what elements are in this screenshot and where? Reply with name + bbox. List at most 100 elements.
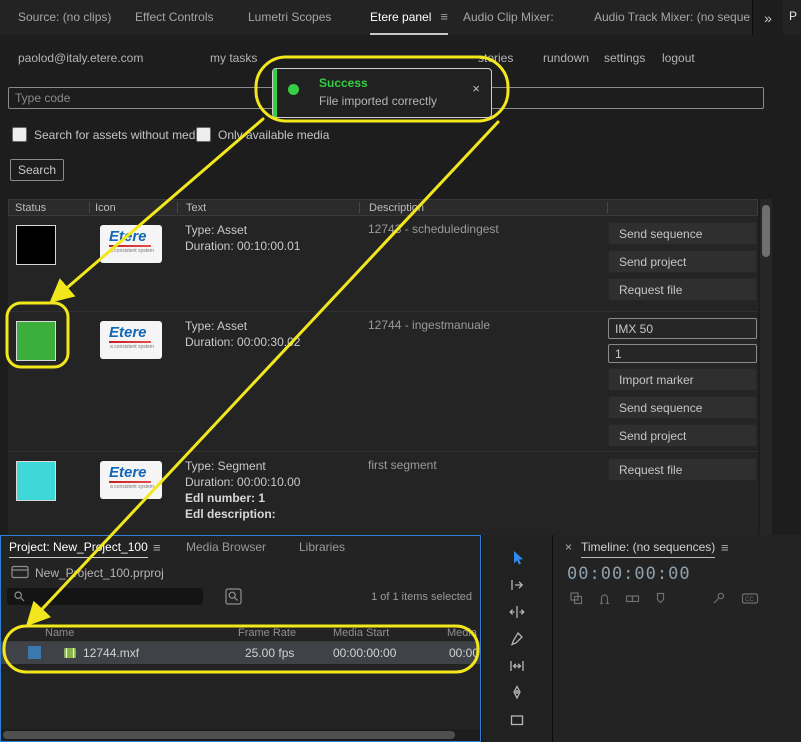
- segment-type-line: Type: Segment: [185, 458, 300, 474]
- tab-lumetri-scopes[interactable]: Lumetri Scopes: [248, 0, 331, 33]
- asset-row-12743[interactable]: Etere a consistent system Type: Asset Du…: [8, 216, 758, 312]
- captions-icon[interactable]: CC: [741, 591, 757, 607]
- rectangle-tool[interactable]: [505, 709, 529, 730]
- checkbox-available-media-box[interactable]: [196, 127, 211, 142]
- clip-media-end: 00:00: [449, 646, 479, 660]
- tab-source-label: Source: (no clips): [18, 10, 111, 24]
- panel-menu-icon[interactable]: ≡: [440, 9, 448, 24]
- new-search-bin-button[interactable]: [225, 588, 242, 608]
- project-search-input[interactable]: [7, 588, 203, 605]
- clip-row-12744[interactable]: 12744.mxf 25.00 fps 00:00:00:00 00:00: [1, 642, 480, 664]
- nav-logout[interactable]: logout: [662, 51, 695, 65]
- asset-duration-line: Duration: 00:10:00.01: [185, 238, 300, 254]
- asset-duration-line: Duration: 00:00:30.02: [185, 334, 300, 350]
- format-select[interactable]: IMX 50: [608, 318, 757, 339]
- asset-description: 12744 - ingestmanuale: [368, 318, 490, 332]
- asset-actions: IMX 50 Import marker Send sequence Send …: [608, 318, 757, 447]
- partial-next-panel-tab[interactable]: P: [789, 9, 797, 23]
- search-button[interactable]: Search: [10, 159, 64, 181]
- project-panel: Project: New_Project_100 ≡ Media Browser…: [0, 535, 481, 742]
- checkbox-no-media[interactable]: Search for assets without media: [12, 127, 205, 142]
- marker-number-input[interactable]: [608, 344, 757, 363]
- tab-media-browser-label: Media Browser: [186, 540, 266, 554]
- tab-audio-track-mixer-label: Audio Track Mixer: (no seque: [594, 10, 750, 24]
- add-marker-icon[interactable]: [653, 591, 669, 607]
- header-text: Text: [186, 202, 206, 214]
- tab-project[interactable]: Project: New_Project_100: [9, 540, 148, 558]
- import-marker-button[interactable]: Import marker: [608, 368, 757, 391]
- send-project-button[interactable]: Send project: [608, 424, 757, 447]
- ripple-edit-tool[interactable]: [505, 601, 529, 622]
- header-separator: [177, 202, 178, 213]
- request-file-button[interactable]: Request file: [608, 458, 757, 481]
- nest-sequence-icon[interactable]: [569, 591, 585, 607]
- tab-audio-clip-mixer-label: Audio Clip Mixer:: [463, 10, 554, 24]
- toast-accent-stripe: [273, 69, 277, 117]
- horizontal-scrollbar-thumb[interactable]: [3, 731, 455, 739]
- etere-panel: paolod@italy.etere.com my tasks stories …: [0, 35, 801, 535]
- nav-my-tasks[interactable]: my tasks: [210, 51, 257, 65]
- clip-frame-rate: 25.00 fps: [245, 646, 294, 660]
- nav-settings[interactable]: settings: [604, 51, 645, 65]
- column-frame-rate[interactable]: Frame Rate: [238, 627, 296, 639]
- checkbox-no-media-box[interactable]: [12, 127, 27, 142]
- snap-magnet-icon[interactable]: [597, 591, 613, 607]
- tab-audio-track-mixer[interactable]: Audio Track Mixer: (no seque: [594, 0, 750, 33]
- checkbox-available-media-label: Only available media: [218, 128, 329, 142]
- segment-edl-description-line: Edl description:: [185, 506, 300, 522]
- tab-audio-clip-mixer[interactable]: Audio Clip Mixer:: [463, 0, 554, 33]
- tab-source[interactable]: Source: (no clips): [18, 0, 111, 33]
- asset-type-line: Type: Asset: [185, 222, 300, 238]
- etere-logo-text: Etere: [100, 321, 162, 341]
- overflow-chevron-icon[interactable]: »: [752, 0, 783, 35]
- timeline-settings-wrench-icon[interactable]: [711, 591, 727, 607]
- tab-effect-controls[interactable]: Effect Controls: [135, 0, 213, 33]
- selection-tool[interactable]: [505, 547, 529, 568]
- status-swatch-cyan: [16, 461, 56, 501]
- status-swatch-black: [16, 225, 56, 265]
- request-file-button[interactable]: Request file: [608, 278, 757, 301]
- etere-logo: Etere a consistent system: [100, 461, 162, 499]
- nav-rundown[interactable]: rundown: [543, 51, 589, 65]
- project-file-name[interactable]: New_Project_100.prproj: [35, 566, 164, 580]
- results-table-header: Status Icon Text Description: [8, 199, 758, 216]
- vertical-scrollbar[interactable]: [760, 199, 772, 535]
- etere-logo: Etere a consistent system: [100, 225, 162, 263]
- slip-tool[interactable]: [505, 655, 529, 676]
- send-project-button[interactable]: Send project: [608, 250, 757, 273]
- success-toast: Success File imported correctly ×: [272, 68, 492, 118]
- panel-tab-bar: Source: (no clips) Effect Controls Lumet…: [0, 0, 801, 36]
- send-sequence-button[interactable]: Send sequence: [608, 222, 757, 245]
- timeline-close-icon[interactable]: ×: [565, 540, 572, 554]
- segment-row[interactable]: Etere a consistent system Type: Segment …: [8, 452, 758, 535]
- timeline-menu-icon[interactable]: ≡: [721, 540, 729, 555]
- linked-selection-icon[interactable]: [625, 591, 641, 607]
- tab-libraries[interactable]: Libraries: [299, 540, 345, 554]
- captions-label: CC: [745, 597, 754, 603]
- razor-tool[interactable]: [505, 628, 529, 649]
- clip-name: 12744.mxf: [83, 646, 139, 660]
- checkbox-available-media[interactable]: Only available media: [196, 127, 329, 142]
- segment-edl-number-line: Edl number: 1: [185, 490, 300, 506]
- tab-libraries-label: Libraries: [299, 540, 345, 554]
- track-select-forward-tool[interactable]: [505, 574, 529, 595]
- nav-stories[interactable]: stories: [478, 51, 513, 65]
- column-name[interactable]: Name: [45, 627, 74, 639]
- toast-close-icon[interactable]: ×: [472, 81, 480, 96]
- header-separator: [359, 202, 360, 213]
- column-media-start[interactable]: Media Start: [333, 627, 389, 639]
- tab-etere-panel[interactable]: Etere panel ≡: [370, 0, 448, 35]
- timeline-title[interactable]: Timeline: (no sequences): [581, 540, 715, 558]
- vertical-scrollbar-thumb[interactable]: [762, 205, 770, 257]
- pen-tool[interactable]: [505, 682, 529, 703]
- column-media[interactable]: Media: [447, 627, 477, 639]
- send-sequence-button[interactable]: Send sequence: [608, 396, 757, 419]
- success-dot-icon: [288, 84, 299, 95]
- search-icon: [13, 590, 26, 606]
- clip-label-chip[interactable]: [28, 646, 41, 659]
- project-panel-menu-icon[interactable]: ≡: [153, 540, 161, 555]
- tab-etere-panel-label: Etere panel: [370, 10, 431, 24]
- asset-row-12744[interactable]: Etere a consistent system Type: Asset Du…: [8, 312, 758, 452]
- horizontal-scrollbar[interactable]: [1, 729, 480, 741]
- tab-media-browser[interactable]: Media Browser: [186, 540, 266, 554]
